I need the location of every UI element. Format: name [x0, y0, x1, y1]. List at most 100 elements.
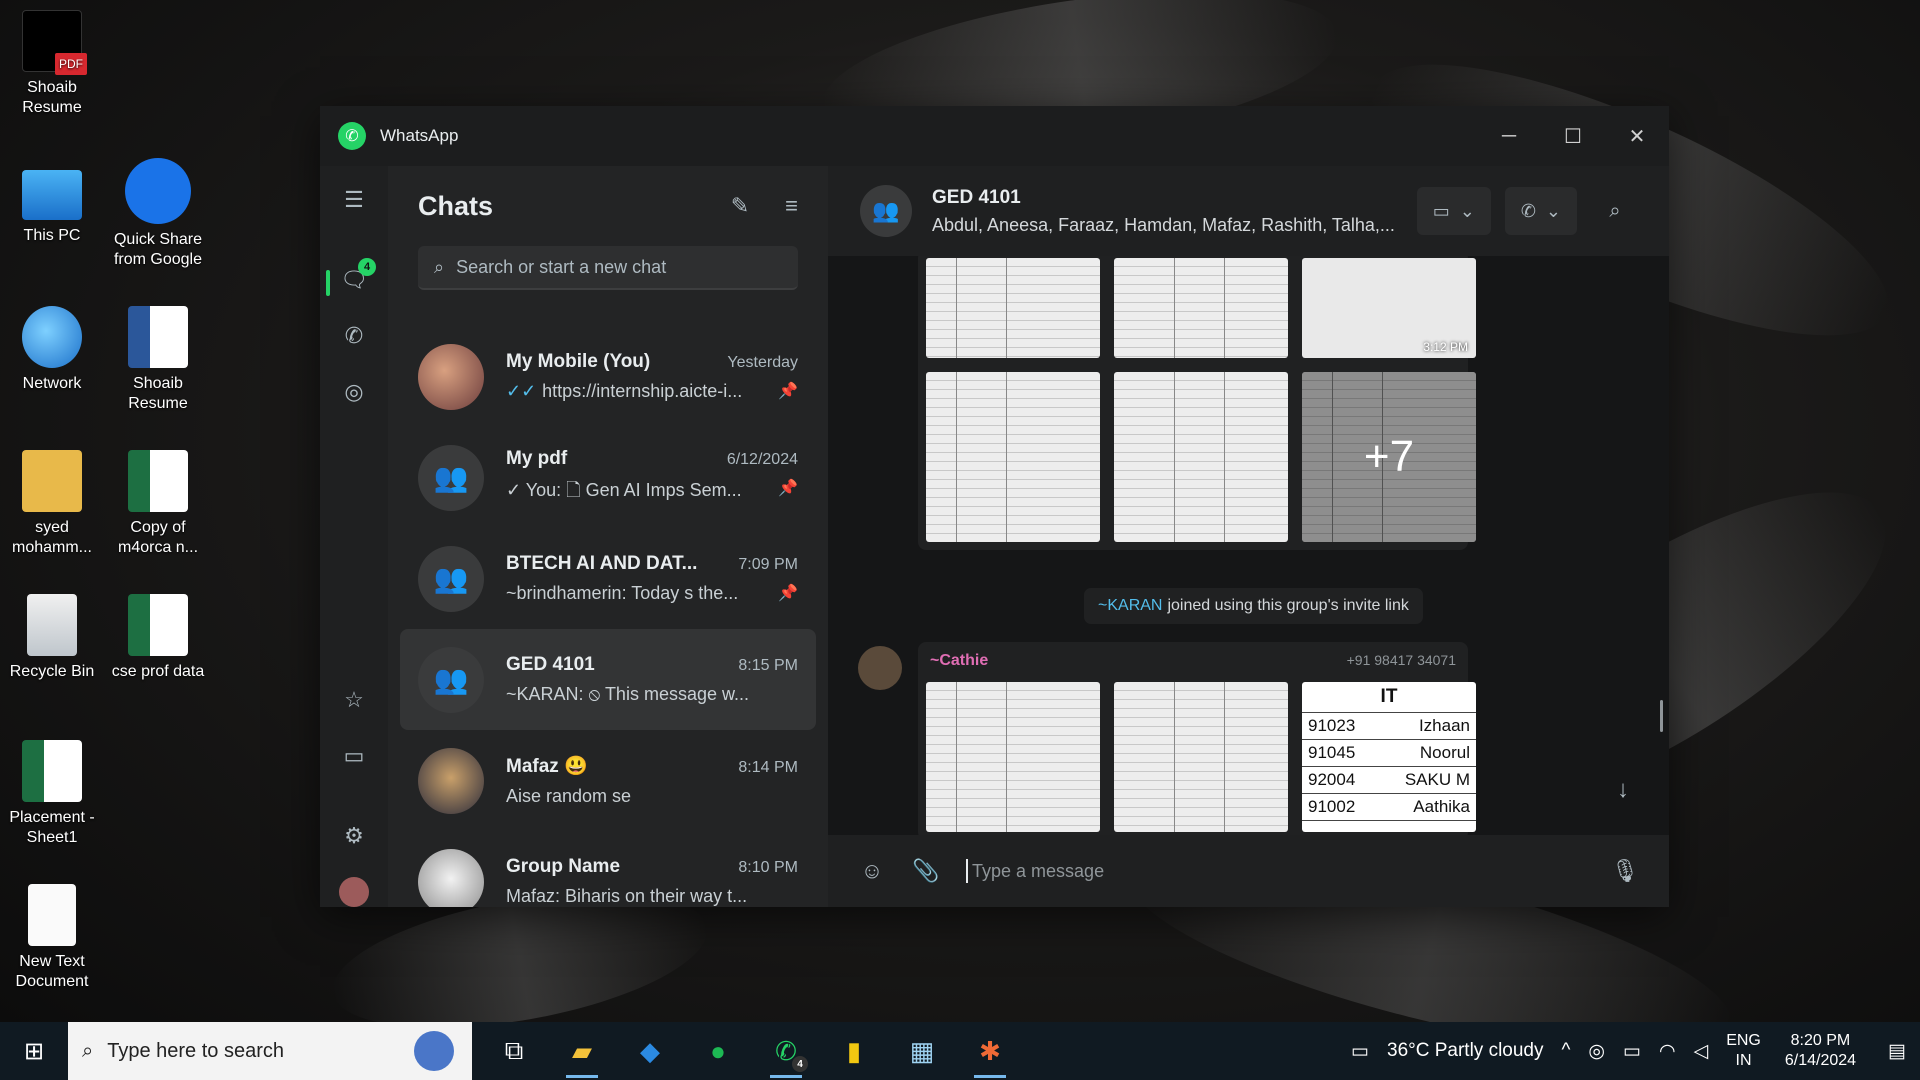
clock[interactable]: 8:20 PM 6/14/2024 — [1785, 1031, 1856, 1071]
chat-time: 6/12/2024 — [726, 450, 798, 468]
chat-item-group-name[interactable]: Group Name 8:10 PM Mafaz: Biharis on thei… — [400, 831, 816, 907]
close-button[interactable]: ✕ — [1605, 106, 1669, 166]
desktop-icon-recycle-bin[interactable]: Recycle Bin — [0, 594, 104, 682]
computer-icon — [22, 170, 82, 220]
message-area: 3:12 PM +7 ~KARAN joined using this grou… — [828, 256, 1669, 835]
desktop-icon-shoaib-resume-word[interactable]: Shoaib Resume — [106, 306, 210, 414]
desktop-icon-cse-prof-data[interactable]: cse prof data — [106, 594, 210, 682]
whatsapp-logo-icon: ✆ — [338, 122, 366, 150]
desktop-icon-label: Network — [22, 375, 82, 392]
chevron-up-icon[interactable]: ^ — [1562, 1040, 1571, 1062]
image-album-message: ~Cathie +91 98417 34071 IT 91023 Izhaan 9… — [918, 642, 1476, 835]
sheet-header: IT — [1302, 682, 1476, 713]
image-thumbnail[interactable]: IT 91023 Izhaan 91045 Noorul 92004 SAKU M 9… — [1302, 682, 1476, 832]
settings-icon[interactable]: ⚙ — [334, 816, 374, 856]
maximize-button[interactable]: ☐ — [1541, 106, 1605, 166]
phone-icon: ✆ — [1520, 200, 1536, 221]
start-button[interactable]: ⊞ — [0, 1022, 68, 1080]
desktop-icon-label: New Text Document — [15, 953, 89, 990]
chat-item-mafaz[interactable]: Mafaz 😃 8:14 PM Aise random se — [400, 730, 816, 831]
desktop-icon-shoaib-resume-pdf[interactable]: PDF Shoaib Resume — [0, 10, 104, 118]
battery-icon[interactable]: ▭ — [1623, 1040, 1641, 1063]
sheet-id: 91023 — [1308, 716, 1356, 735]
video-call-button[interactable]: ▭ ⌄ — [1416, 187, 1491, 235]
meet-now-icon[interactable]: ◎ — [1588, 1040, 1605, 1063]
group-avatar-icon: 👥 — [418, 646, 484, 713]
title-bar[interactable]: ✆ WhatsApp ─ ☐ ✕ — [320, 106, 1669, 166]
archive-icon[interactable]: ▭ — [334, 736, 374, 776]
more-images-count: +7 — [1302, 372, 1476, 542]
sender-phone: +91 98417 34071 — [1346, 652, 1456, 668]
desktop-icon-placement-sheet[interactable]: Placement - Sheet1 — [0, 740, 104, 848]
profile-avatar[interactable] — [334, 872, 374, 912]
chat-time: 8:14 PM — [738, 759, 798, 776]
volume-icon[interactable]: ◁ — [1694, 1040, 1709, 1063]
file-explorer-icon[interactable]: ▰ — [548, 1022, 616, 1080]
chats-icon[interactable]: 🗨 4 — [334, 258, 376, 300]
conversation-header[interactable]: 👥 GED 4101 Abdul, Aneesa, Faraaz, Hamdan… — [828, 166, 1669, 256]
sender-name[interactable]: ~Cathie — [930, 652, 988, 670]
video-camera-icon: ▭ — [1432, 200, 1450, 221]
desktop-icon-this-pc[interactable]: This PC — [0, 162, 104, 246]
app-icon[interactable]: ✱ — [956, 1022, 1024, 1080]
power-bi-icon[interactable]: ▮ — [820, 1022, 888, 1080]
desktop-icon-copy-of-m4orca[interactable]: Copy of m4orca n... — [106, 450, 210, 558]
weather-icon: ▭ — [1351, 1040, 1369, 1062]
image-thumbnail[interactable] — [926, 372, 1100, 542]
image-thumbnail[interactable]: 3:12 PM — [1302, 258, 1476, 358]
weather-text[interactable]: 36°C Partly cloudy — [1387, 1040, 1544, 1062]
taskbar-search[interactable]: ⌕ Type here to search — [68, 1022, 472, 1080]
search-input[interactable]: ⌕ Search or start a new chat — [418, 246, 798, 290]
vscode-icon[interactable]: ◆ — [616, 1022, 684, 1080]
desktop-icon-syed-folder[interactable]: syed mohamm... — [0, 450, 104, 558]
language-indicator[interactable]: ENG IN — [1726, 1031, 1761, 1071]
starred-icon[interactable]: ☆ — [334, 680, 374, 720]
attach-icon[interactable]: 📎 — [906, 851, 946, 891]
message-input[interactable]: Type a message — [966, 859, 1605, 883]
image-thumbnail[interactable] — [926, 682, 1100, 832]
avatar — [418, 343, 484, 410]
sheet-name: SAKU M — [1404, 770, 1470, 789]
calls-icon[interactable]: ✆ — [334, 316, 374, 356]
whatsapp-taskbar-icon[interactable]: ✆ 4 — [752, 1022, 820, 1080]
message-composer: ☺ 📎 Type a message 🎙 — [828, 835, 1669, 907]
wifi-icon[interactable]: ◠ — [1659, 1040, 1676, 1063]
emoji-icon[interactable]: ☺ — [852, 851, 892, 891]
chat-name: My pdf — [506, 447, 568, 469]
microphone-icon[interactable]: 🎙 — [1605, 851, 1645, 891]
snipping-tool-icon[interactable]: ▦ — [888, 1022, 956, 1080]
desktop-icon-new-text-document[interactable]: New Text Document — [0, 884, 104, 992]
chat-name: My Mobile (You) — [506, 351, 651, 372]
status-icon[interactable]: ◎ — [334, 372, 374, 412]
chat-preview: ~KARAN: ⦸ This message w... — [506, 684, 749, 704]
minimize-button[interactable]: ─ — [1477, 106, 1541, 166]
voice-call-button[interactable]: ✆ ⌄ — [1504, 187, 1577, 235]
image-thumbnail[interactable] — [1114, 258, 1288, 358]
excel-file-icon — [128, 594, 188, 656]
desktop-icon-quick-share[interactable]: Quick Share from Google — [106, 158, 210, 270]
chat-preview: Aise random se — [506, 786, 632, 806]
system-message-user[interactable]: ~KARAN — [1098, 597, 1162, 615]
task-view-icon[interactable]: ⧉ — [480, 1022, 548, 1080]
taskbar: ⊞ ⌕ Type here to search ⧉ ▰ ◆ ● ✆ 4 ▮ ▦ … — [0, 1022, 1920, 1080]
desktop-icon-network[interactable]: Network — [0, 306, 104, 394]
spotify-icon[interactable]: ● — [684, 1022, 752, 1080]
notification-icon[interactable]: ▤ — [1888, 1040, 1906, 1063]
chat-item-ged-4101[interactable]: 👥 GED 4101 8:15 PM ~KARAN: ⦸ This message… — [400, 629, 816, 730]
sender-avatar[interactable] — [858, 646, 902, 690]
group-avatar-icon: 👥 — [860, 185, 912, 237]
cortana-icon[interactable] — [414, 1031, 454, 1071]
image-thumbnail-more[interactable]: +7 — [1302, 372, 1476, 542]
image-thumbnail[interactable] — [926, 258, 1100, 358]
image-thumbnail[interactable] — [1114, 682, 1288, 832]
search-messages-icon[interactable]: ⌕ — [1591, 187, 1639, 235]
menu-icon[interactable]: ☰ — [334, 180, 374, 220]
scrollbar[interactable] — [1660, 700, 1663, 732]
image-thumbnail[interactable] — [1114, 372, 1288, 542]
new-chat-icon[interactable]: ✎ — [731, 193, 749, 219]
chat-item-btech-ai[interactable]: 👥 BTECH AI AND DAT... 7:09 PM ~brindhamer… — [400, 528, 816, 629]
chat-item-my-pdf[interactable]: 👥 My pdf 6/12/2024 ✓ You: 🗋 Gen AI Imps S… — [400, 427, 816, 528]
chat-item-my-mobile[interactable]: My Mobile (You) Yesterday ✓✓ https://inter… — [400, 326, 816, 427]
filter-icon[interactable]: ≡ — [785, 193, 798, 219]
scroll-to-bottom-icon[interactable]: ↓ — [1617, 776, 1629, 804]
